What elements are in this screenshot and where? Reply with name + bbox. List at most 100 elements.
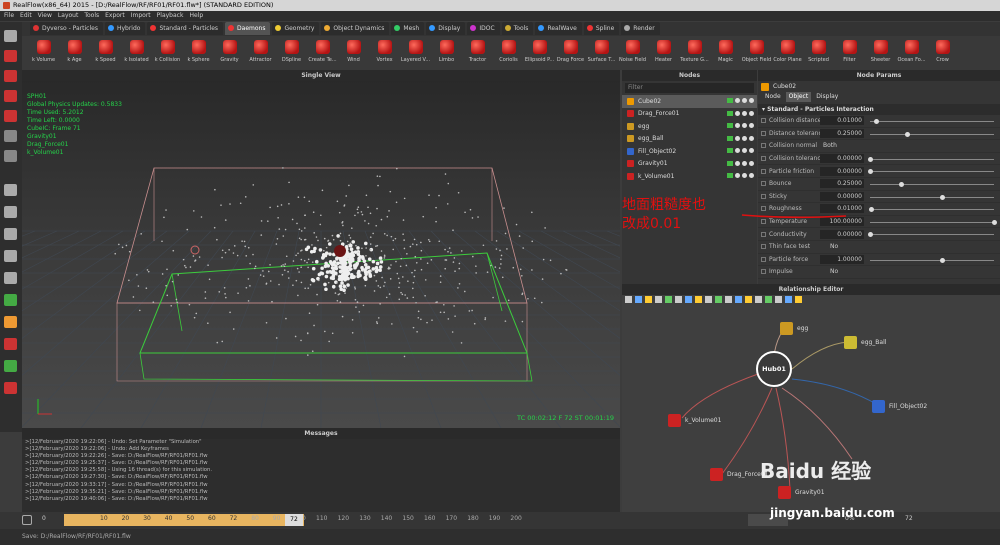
param-slider-knob[interactable]: [869, 207, 875, 213]
daemon-tool[interactable]: Magic: [710, 36, 741, 70]
param-value-field[interactable]: 0.01000: [820, 116, 864, 126]
param-slider-track[interactable]: [870, 158, 994, 160]
node-toggles[interactable]: [727, 160, 754, 166]
daemon-tool[interactable]: Color Plane: [772, 36, 803, 70]
param-checkbox[interactable]: [761, 181, 766, 187]
node-toggles[interactable]: [727, 98, 754, 103]
toggle-icon[interactable]: [742, 160, 747, 166]
toggle-icon[interactable]: [735, 148, 740, 153]
toggle-icon[interactable]: [727, 123, 733, 128]
node-item[interactable]: Fill_Object02: [622, 145, 757, 158]
left-tool-icon[interactable]: [4, 184, 17, 196]
rel-node-k-volume[interactable]: k_Volume01: [668, 414, 721, 427]
left-tool-icon[interactable]: [4, 382, 17, 394]
params-tab-node[interactable]: Node: [762, 92, 784, 102]
param-checkbox[interactable]: [761, 256, 766, 262]
toggle-icon[interactable]: [749, 98, 754, 103]
param-value-field[interactable]: 0.00000: [820, 191, 864, 201]
daemon-tool[interactable]: k Speed: [90, 36, 121, 70]
menu-item-playback[interactable]: Playback: [157, 11, 184, 21]
left-tool-icon[interactable]: [4, 30, 17, 42]
daemon-tool[interactable]: Noise Field: [617, 36, 648, 70]
left-tool-icon[interactable]: [4, 316, 17, 328]
param-checkbox[interactable]: [761, 193, 766, 199]
menu-item-edit[interactable]: Edit: [20, 11, 32, 21]
left-tool-icon[interactable]: [4, 338, 17, 350]
daemon-tool[interactable]: k Volume: [28, 36, 59, 70]
daemon-tool[interactable]: Object Field: [741, 36, 772, 70]
daemon-tool[interactable]: Heater: [648, 36, 679, 70]
daemon-tool[interactable]: Gravity: [214, 36, 245, 70]
param-slider-track[interactable]: [870, 259, 994, 261]
rel-node-egg[interactable]: egg: [780, 322, 808, 335]
param-value-field[interactable]: No: [830, 242, 844, 251]
daemon-tool[interactable]: Layered V...: [400, 36, 431, 70]
param-value-field[interactable]: 0.00000: [820, 166, 864, 176]
param-slider-track[interactable]: [870, 196, 994, 198]
param-slider-track[interactable]: [870, 183, 994, 185]
daemon-tool[interactable]: DSpline: [276, 36, 307, 70]
daemon-tool[interactable]: Ellipsoid P...: [524, 36, 555, 70]
param-slider-knob[interactable]: [868, 232, 873, 238]
node-item[interactable]: k_Volume01: [622, 170, 757, 183]
param-value-field[interactable]: 0.00000: [820, 154, 864, 164]
param-slider-knob[interactable]: [905, 131, 911, 137]
param-slider-knob[interactable]: [939, 257, 945, 263]
node-item[interactable]: egg_Ball: [622, 133, 757, 146]
toggle-icon[interactable]: [735, 135, 740, 141]
param-slider-track[interactable]: [870, 121, 994, 122]
tab-idoc[interactable]: IDOC: [467, 22, 500, 35]
node-item[interactable]: Cube02: [622, 95, 757, 108]
param-value-field[interactable]: 1.00000: [820, 254, 864, 264]
left-tool-icon[interactable]: [4, 272, 17, 284]
left-tool-icon[interactable]: [4, 294, 17, 306]
param-checkbox[interactable]: [761, 269, 766, 275]
toggle-icon[interactable]: [727, 135, 733, 141]
left-tool-icon[interactable]: [4, 206, 17, 218]
param-slider-knob[interactable]: [939, 194, 945, 200]
param-checkbox[interactable]: [761, 206, 766, 212]
daemon-tool[interactable]: Filter: [834, 36, 865, 70]
hub-node[interactable]: Hub01: [756, 351, 792, 387]
node-toggles[interactable]: [727, 148, 754, 153]
daemon-tool[interactable]: k Sphere: [183, 36, 214, 70]
daemon-tool[interactable]: Wind: [338, 36, 369, 70]
rel-node-egg-ball[interactable]: egg_Ball: [844, 336, 886, 349]
toggle-icon[interactable]: [735, 110, 740, 116]
param-slider-track[interactable]: [870, 234, 994, 236]
rel-node-fill-object[interactable]: Fill_Object02: [872, 400, 927, 413]
tab-object-dynamics[interactable]: Object Dynamics: [321, 22, 390, 35]
toggle-icon[interactable]: [742, 98, 747, 103]
menu-item-file[interactable]: File: [4, 11, 14, 21]
daemon-tool[interactable]: Crow: [927, 36, 958, 70]
left-tool-icon[interactable]: [4, 110, 17, 122]
current-frame-marker[interactable]: 72: [285, 514, 303, 526]
param-checkbox[interactable]: [761, 143, 766, 149]
node-toggles[interactable]: [727, 110, 754, 116]
node-item[interactable]: Gravity01: [622, 158, 757, 171]
toggle-icon[interactable]: [735, 98, 740, 103]
lock-icon[interactable]: [22, 515, 32, 525]
toggle-icon[interactable]: [749, 160, 754, 166]
toggle-icon[interactable]: [735, 123, 740, 128]
param-value-field[interactable]: 0.25000: [820, 128, 864, 138]
params-section[interactable]: ▾ Standard - Particles Interaction: [758, 104, 1000, 115]
toggle-icon[interactable]: [742, 148, 747, 153]
daemon-tool[interactable]: Texture G...: [679, 36, 710, 70]
params-tab-display[interactable]: Display: [813, 92, 841, 102]
menu-item-help[interactable]: Help: [189, 11, 203, 21]
menu-item-tools[interactable]: Tools: [84, 11, 99, 21]
left-tool-icon[interactable]: [4, 70, 17, 82]
toggle-icon[interactable]: [727, 173, 733, 178]
daemon-tool[interactable]: Sheeter: [865, 36, 896, 70]
param-value-field[interactable]: 0.25000: [820, 179, 864, 189]
param-slider-knob[interactable]: [868, 156, 873, 162]
tab-tools[interactable]: Tools: [501, 22, 534, 35]
tab-render[interactable]: Render: [621, 22, 660, 35]
nodes-filter-input[interactable]: Filter: [625, 83, 754, 93]
left-tool-icon[interactable]: [4, 360, 17, 372]
tab-standard-particles[interactable]: Standard - Particles: [147, 22, 224, 35]
tab-daemons[interactable]: Daemons: [225, 22, 271, 35]
toggle-icon[interactable]: [749, 135, 754, 141]
tab-spline[interactable]: Spline: [583, 22, 620, 35]
